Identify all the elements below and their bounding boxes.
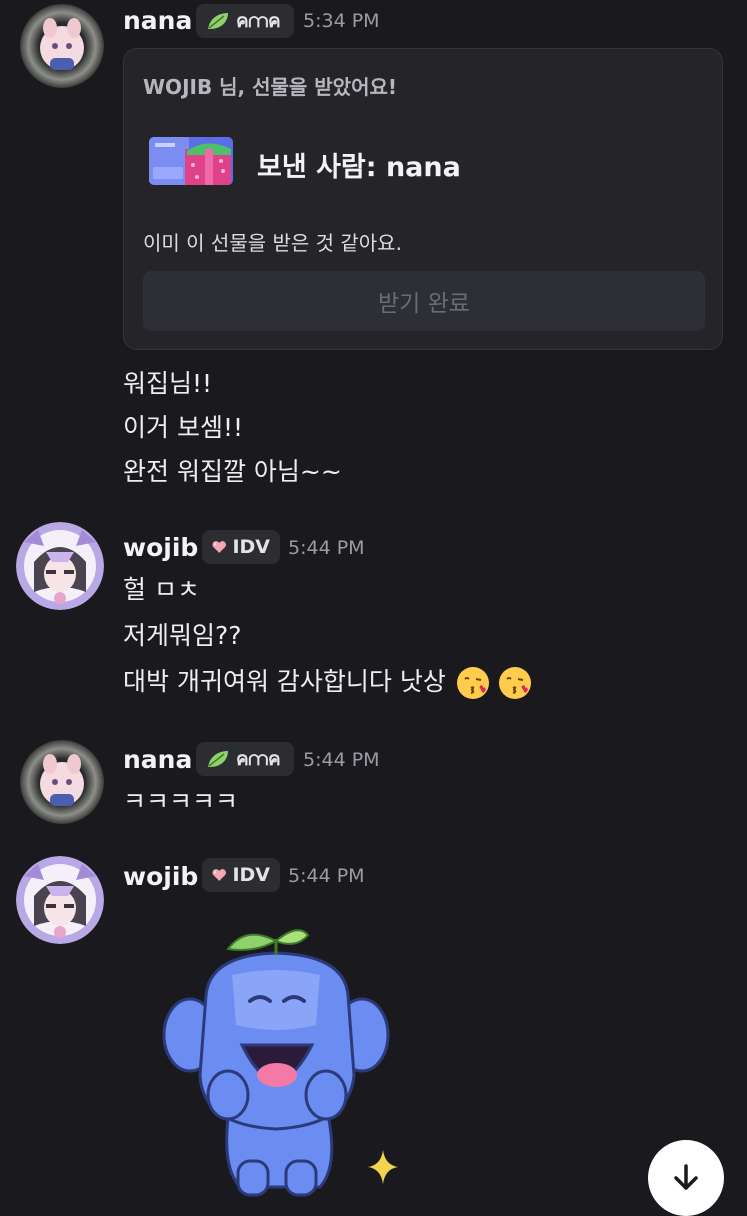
gift-status: 이미 이 선물을 받은 것 같아요. [143,231,402,255]
scroll-to-bottom-button[interactable] [648,1140,724,1216]
leaf-icon [208,13,228,29]
message-line: 이거 보셈!! [123,413,243,442]
timestamp: 5:44 PM [303,749,380,771]
gift-sender: 보낸 사람: nana [257,152,461,183]
tag-text: ค⩋ค [236,10,281,32]
heart-icon [212,869,226,881]
role-tag[interactable]: IDV [202,858,280,892]
role-tag[interactable]: ค⩋ค [196,4,294,38]
author-name[interactable]: wojib [123,533,198,562]
message-line: 완전 워집깔 아님~~ [123,457,342,486]
message-line: ㅋㅋㅋㅋㅋ [123,787,239,816]
tag-text: IDV [232,864,270,886]
role-tag[interactable]: ค⩋ค [196,742,294,776]
leaf-icon [208,751,228,767]
gift-card: WOJIB 님, 선물을 받았어요! 보낸 사람: nana 이미 이 선물을 … [123,48,723,350]
kissing-face-emoji-icon [498,667,531,699]
message-line: 워집님!! [123,369,213,398]
tag-text: IDV [232,536,270,558]
tag-text: ค⩋ค [236,748,281,770]
message-line: 대박 개귀여워 감사합니다 낫상 [123,662,532,700]
avatar-nana[interactable] [20,740,104,824]
avatar-wojib[interactable] [16,856,104,944]
avatar-wojib[interactable] [16,522,104,610]
gift-image [149,137,233,185]
heart-icon [212,541,226,553]
author-name[interactable]: nana [123,6,192,35]
message-line: 저게뭐임?? [123,621,242,650]
claimed-button[interactable]: 받기 완료 [143,271,705,331]
avatar-nana[interactable] [20,4,104,88]
message-line: 헐 ㅁㅊ [123,575,200,604]
timestamp: 5:44 PM [288,537,365,559]
sparkle-icon [368,1150,398,1184]
gift-card-title: WOJIB 님, 선물을 받았어요! [143,75,397,99]
author-name[interactable]: nana [123,745,192,774]
arrow-down-icon [674,1164,698,1190]
author-name[interactable]: wojib [123,862,198,891]
timestamp: 5:44 PM [288,865,365,887]
kissing-face-emoji-icon [456,667,489,699]
timestamp: 5:34 PM [303,10,380,32]
role-tag[interactable]: IDV [202,530,280,564]
message-text: 대박 개귀여워 감사합니다 낫상 [123,667,446,696]
